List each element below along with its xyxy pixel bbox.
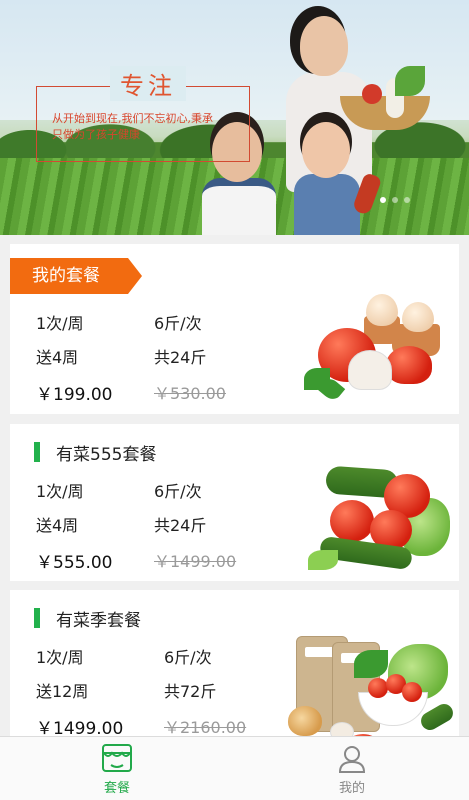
banner-title: 专注 bbox=[110, 66, 186, 101]
tab-mine[interactable]: 我的 bbox=[235, 737, 469, 800]
produce-cucumber-tomato-image bbox=[306, 464, 454, 576]
tab-plans[interactable]: 套餐 bbox=[0, 737, 234, 800]
plan-card-season[interactable]: 有菜季套餐 1次/周 6斤/次 送12周 共72斤 ￥1499.00 ￥2160… bbox=[10, 590, 459, 754]
pagination-dot-active bbox=[380, 197, 386, 203]
bottom-tab-bar: 套餐 我的 bbox=[0, 736, 469, 800]
plan-accent-bar bbox=[34, 442, 40, 462]
banner-pagination bbox=[380, 197, 410, 203]
plan-price: ￥199.00 bbox=[36, 385, 113, 405]
banner-slogan-line1: 从开始到现在,我们不忘初心,秉承 bbox=[52, 112, 213, 125]
plan-weight: 6斤/次 bbox=[154, 314, 202, 333]
hero-banner[interactable]: 专注 从开始到现在,我们不忘初心,秉承 只做为了孩子健康 bbox=[0, 0, 469, 235]
plan-total: 共24斤 bbox=[154, 516, 207, 535]
plan-frequency: 1次/周 bbox=[36, 648, 84, 667]
plan-frequency: 1次/周 bbox=[36, 314, 84, 333]
produce-eggs-tomato-image bbox=[300, 288, 450, 404]
plan-original-price: ￥1499.00 bbox=[154, 552, 237, 571]
tab-mine-label: 我的 bbox=[338, 781, 365, 796]
plan-price: ￥555.00 bbox=[36, 553, 113, 573]
user-icon bbox=[338, 746, 366, 773]
pagination-dot bbox=[404, 197, 410, 203]
plan-original-price: ￥2160.00 bbox=[164, 718, 247, 737]
plan-weight: 6斤/次 bbox=[154, 482, 202, 501]
plan-original-price: ￥530.00 bbox=[154, 384, 226, 403]
plan-title: 有菜季套餐 bbox=[56, 610, 141, 631]
pagination-dot bbox=[392, 197, 398, 203]
plan-accent-bar bbox=[34, 608, 40, 628]
plan-ribbon-title: 我的套餐 bbox=[10, 258, 142, 294]
plan-title-row: 有菜季套餐 bbox=[34, 608, 141, 631]
plan-title: 有菜555套餐 bbox=[56, 444, 157, 465]
plan-duration: 送4周 bbox=[36, 516, 79, 535]
plan-frequency: 1次/周 bbox=[36, 482, 84, 501]
plan-total: 共24斤 bbox=[154, 348, 207, 367]
plan-duration: 送4周 bbox=[36, 348, 79, 367]
plan-card-my-plan[interactable]: 我的套餐 1次/周 6斤/次 送4周 共24斤 ￥199.00 ￥530.00 bbox=[10, 244, 459, 414]
produce-rice-vegetables-image bbox=[272, 630, 458, 754]
tab-plans-label: 套餐 bbox=[103, 781, 130, 796]
plan-title-row: 有菜555套餐 bbox=[34, 442, 157, 465]
banner-slogan-line2: 只做为了孩子健康 bbox=[52, 128, 140, 141]
plan-total: 共72斤 bbox=[164, 682, 217, 701]
plan-card-555[interactable]: 有菜555套餐 1次/周 6斤/次 送4周 共24斤 ￥555.00 ￥1499… bbox=[10, 424, 459, 581]
shop-icon bbox=[102, 744, 132, 772]
plan-duration: 送12周 bbox=[36, 682, 89, 701]
plan-weight: 6斤/次 bbox=[164, 648, 212, 667]
